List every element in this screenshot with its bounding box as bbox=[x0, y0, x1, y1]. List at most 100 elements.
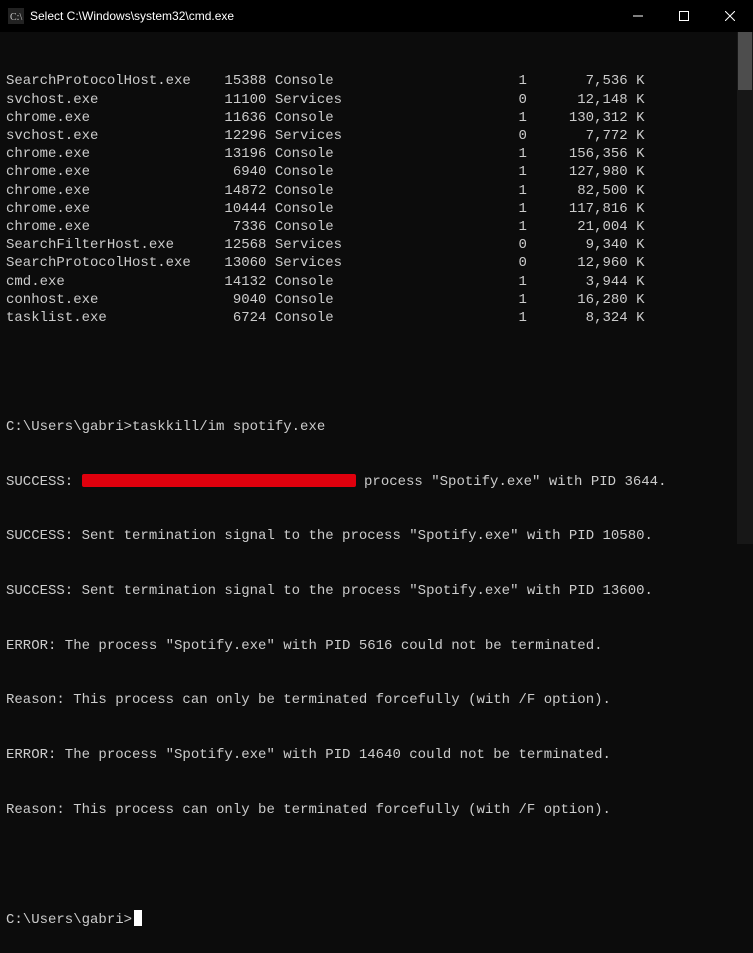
tasklist-row: chrome.exe14872Console182,500K bbox=[6, 182, 747, 200]
process-pid: 12296 bbox=[216, 127, 266, 145]
process-sessno: 1 bbox=[342, 182, 527, 200]
tasklist-row: cmd.exe14132Console13,944K bbox=[6, 273, 747, 291]
process-name: conhost.exe bbox=[6, 291, 216, 309]
process-session: Console bbox=[266, 109, 342, 127]
process-session: Services bbox=[266, 254, 342, 272]
scrollbar-thumb[interactable] bbox=[738, 32, 752, 90]
process-session: Services bbox=[266, 91, 342, 109]
process-session: Console bbox=[266, 145, 342, 163]
tasklist-row: SearchProtocolHost.exe15388Console17,536… bbox=[6, 72, 747, 90]
process-session: Console bbox=[266, 273, 342, 291]
process-unit: K bbox=[628, 163, 645, 181]
process-pid: 9040 bbox=[216, 291, 266, 309]
process-name: chrome.exe bbox=[6, 182, 216, 200]
process-sessno: 0 bbox=[342, 127, 527, 145]
minimize-button[interactable] bbox=[615, 0, 661, 32]
process-unit: K bbox=[628, 254, 645, 272]
entered-command: taskkill/im spotify.exe bbox=[132, 419, 325, 435]
process-pid: 13196 bbox=[216, 145, 266, 163]
process-session: Console bbox=[266, 72, 342, 90]
process-sessno: 1 bbox=[342, 273, 527, 291]
process-sessno: 0 bbox=[342, 236, 527, 254]
process-session: Console bbox=[266, 218, 342, 236]
redaction-bar bbox=[82, 474, 356, 487]
process-session: Console bbox=[266, 309, 342, 327]
process-sessno: 1 bbox=[342, 200, 527, 218]
process-name: chrome.exe bbox=[6, 163, 216, 181]
process-name: svchost.exe bbox=[6, 91, 216, 109]
maximize-button[interactable] bbox=[661, 0, 707, 32]
process-name: chrome.exe bbox=[6, 145, 216, 163]
process-mem: 82,500 bbox=[527, 182, 628, 200]
process-pid: 14872 bbox=[216, 182, 266, 200]
process-unit: K bbox=[628, 291, 645, 309]
process-sessno: 1 bbox=[342, 109, 527, 127]
process-mem: 7,772 bbox=[527, 127, 628, 145]
process-pid: 6940 bbox=[216, 163, 266, 181]
tasklist-row: chrome.exe6940Console1127,980K bbox=[6, 163, 747, 181]
terminal-output[interactable]: SearchProtocolHost.exe15388Console17,536… bbox=[0, 32, 753, 953]
process-mem: 9,340 bbox=[527, 236, 628, 254]
process-session: Services bbox=[266, 236, 342, 254]
output-line-2: SUCCESS: Sent termination signal to the … bbox=[6, 527, 747, 545]
process-unit: K bbox=[628, 309, 645, 327]
close-button[interactable] bbox=[707, 0, 753, 32]
process-unit: K bbox=[628, 72, 645, 90]
process-pid: 13060 bbox=[216, 254, 266, 272]
prompt: C:\Users\gabri> bbox=[6, 419, 132, 435]
process-sessno: 1 bbox=[342, 218, 527, 236]
tasklist-row: SearchFilterHost.exe12568Services09,340K bbox=[6, 236, 747, 254]
process-name: cmd.exe bbox=[6, 273, 216, 291]
process-sessno: 1 bbox=[342, 291, 527, 309]
process-name: chrome.exe bbox=[6, 218, 216, 236]
process-sessno: 1 bbox=[342, 309, 527, 327]
cmd-icon: C:\ bbox=[8, 8, 24, 24]
window-title: Select C:\Windows\system32\cmd.exe bbox=[30, 9, 615, 23]
blank-line bbox=[6, 855, 747, 873]
process-pid: 15388 bbox=[216, 72, 266, 90]
process-sessno: 1 bbox=[342, 163, 527, 181]
process-mem: 12,148 bbox=[527, 91, 628, 109]
process-mem: 117,816 bbox=[527, 200, 628, 218]
process-session: Services bbox=[266, 127, 342, 145]
process-name: SearchProtocolHost.exe bbox=[6, 72, 216, 90]
process-unit: K bbox=[628, 91, 645, 109]
process-pid: 10444 bbox=[216, 200, 266, 218]
process-name: SearchProtocolHost.exe bbox=[6, 254, 216, 272]
process-mem: 127,980 bbox=[527, 163, 628, 181]
tasklist-row: chrome.exe10444Console1117,816K bbox=[6, 200, 747, 218]
svg-text:C:\: C:\ bbox=[10, 12, 22, 23]
process-unit: K bbox=[628, 109, 645, 127]
process-session: Console bbox=[266, 163, 342, 181]
process-pid: 14132 bbox=[216, 273, 266, 291]
tasklist-rows: SearchProtocolHost.exe15388Console17,536… bbox=[6, 72, 747, 327]
process-sessno: 0 bbox=[342, 91, 527, 109]
process-mem: 130,312 bbox=[527, 109, 628, 127]
tasklist-row: svchost.exe11100Services012,148K bbox=[6, 91, 747, 109]
tasklist-row: SearchProtocolHost.exe13060Services012,9… bbox=[6, 254, 747, 272]
process-pid: 7336 bbox=[216, 218, 266, 236]
process-mem: 21,004 bbox=[527, 218, 628, 236]
prompt: C:\Users\gabri> bbox=[6, 912, 132, 928]
tasklist-row: chrome.exe11636Console1130,312K bbox=[6, 109, 747, 127]
process-sessno: 1 bbox=[342, 72, 527, 90]
process-pid: 11636 bbox=[216, 109, 266, 127]
output-line-4: ERROR: The process "Spotify.exe" with PI… bbox=[6, 637, 747, 655]
process-session: Console bbox=[266, 200, 342, 218]
process-unit: K bbox=[628, 145, 645, 163]
vertical-scrollbar[interactable] bbox=[737, 32, 753, 544]
process-name: tasklist.exe bbox=[6, 309, 216, 327]
output-line-7: Reason: This process can only be termina… bbox=[6, 801, 747, 819]
process-name: SearchFilterHost.exe bbox=[6, 236, 216, 254]
process-name: chrome.exe bbox=[6, 200, 216, 218]
process-sessno: 0 bbox=[342, 254, 527, 272]
window-titlebar[interactable]: C:\ Select C:\Windows\system32\cmd.exe bbox=[0, 0, 753, 32]
text-cursor bbox=[134, 910, 142, 926]
tasklist-row: conhost.exe9040Console116,280K bbox=[6, 291, 747, 309]
process-mem: 12,960 bbox=[527, 254, 628, 272]
process-mem: 156,356 bbox=[527, 145, 628, 163]
process-session: Console bbox=[266, 182, 342, 200]
tasklist-row: tasklist.exe6724Console18,324K bbox=[6, 309, 747, 327]
process-unit: K bbox=[628, 273, 645, 291]
output-line-3: SUCCESS: Sent termination signal to the … bbox=[6, 582, 747, 600]
